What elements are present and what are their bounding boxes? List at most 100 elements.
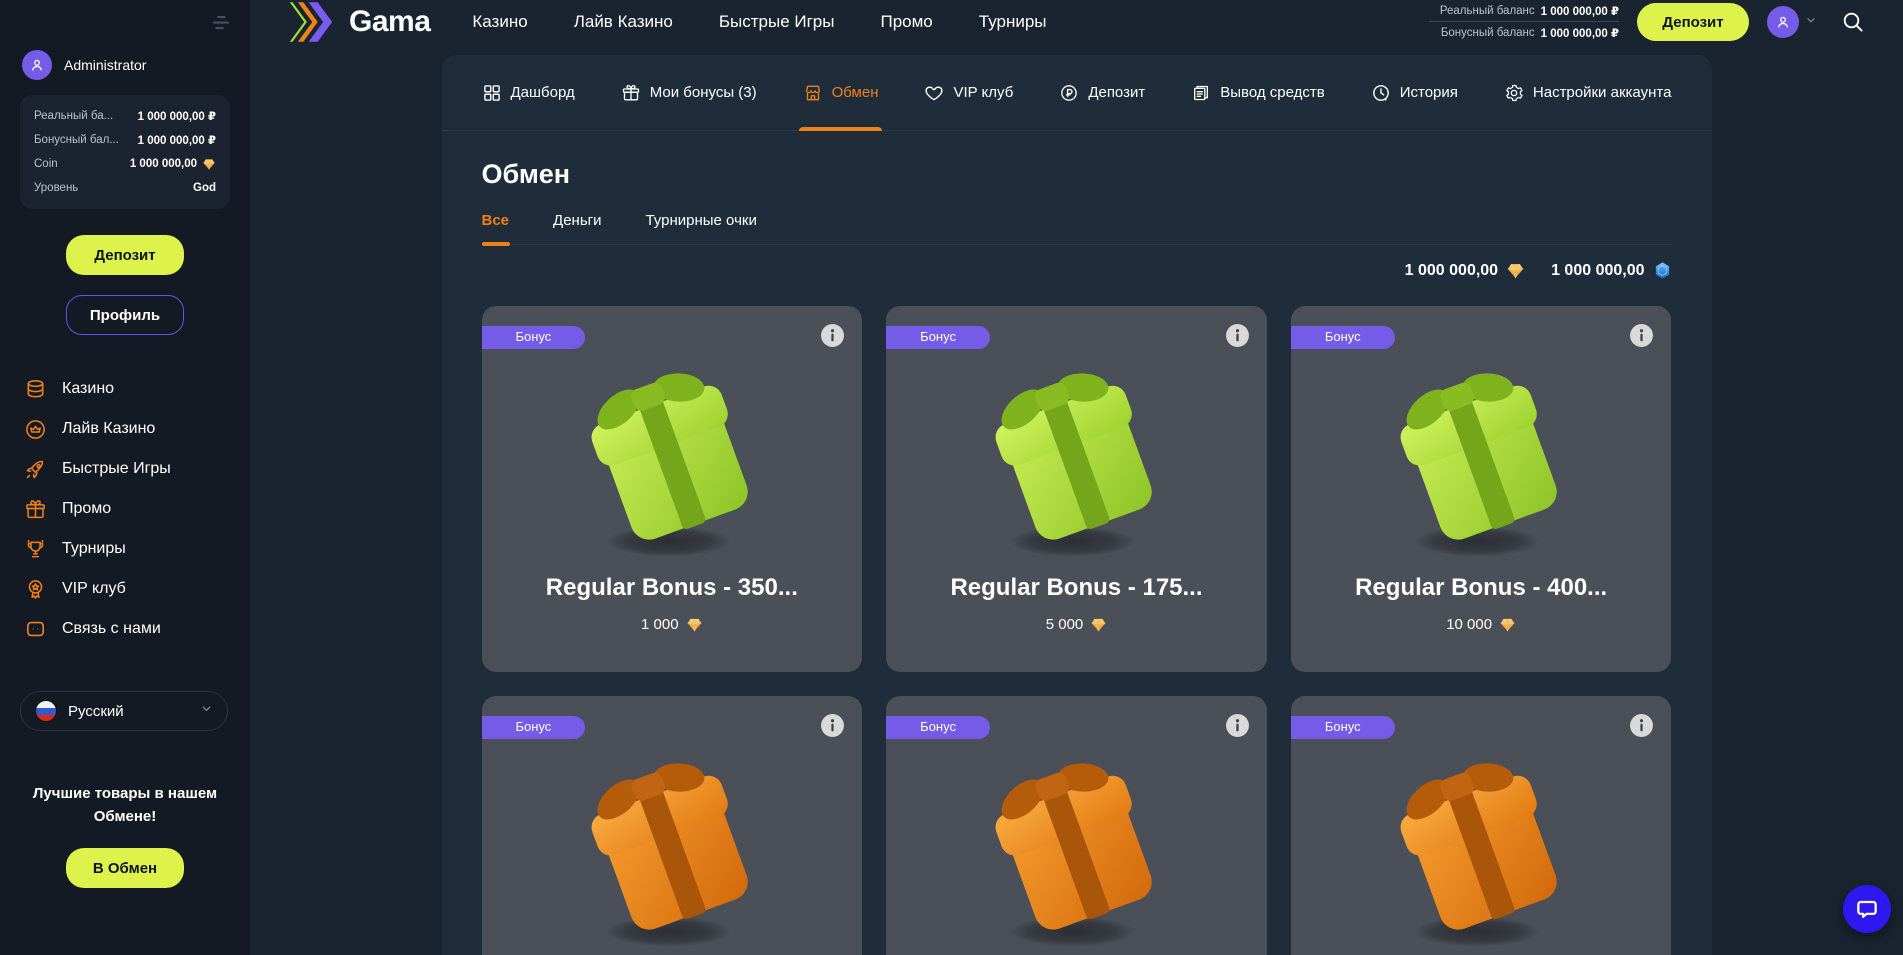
sidebar-collapse-icon[interactable] bbox=[210, 12, 232, 39]
language-label: Русский bbox=[68, 703, 124, 720]
tab-withdraw[interactable]: Вывод средств bbox=[1191, 55, 1324, 130]
tab-vip-club[interactable]: VIP клуб bbox=[924, 55, 1013, 130]
bonus-price: 10 000 bbox=[1446, 616, 1516, 633]
tab-label: Настройки аккаунта bbox=[1533, 84, 1672, 101]
tab-dashboard[interactable]: Дашборд bbox=[482, 55, 575, 130]
info-icon[interactable] bbox=[820, 323, 845, 348]
bonus-badge: Бонус bbox=[1291, 326, 1395, 349]
tab-deposit[interactable]: Депозит bbox=[1059, 55, 1145, 130]
sidebar-item-label: Промо bbox=[62, 500, 111, 518]
bonus-card[interactable]: Бонус Regular Bonus - 175... 5 000 bbox=[886, 306, 1267, 672]
account-menu[interactable] bbox=[1767, 6, 1817, 38]
sidebar-user[interactable]: Administrator bbox=[22, 50, 250, 80]
header-balances: Реальный баланс 1 000 000,00 ₽ Бонусный … bbox=[1429, 1, 1619, 43]
balance-panel: Реальный ба... 1 000 000,00 ₽ Бонусный б… bbox=[20, 95, 230, 209]
language-selector[interactable]: Русский bbox=[20, 691, 228, 731]
tab-account-settings[interactable]: Настройки аккаунта bbox=[1504, 55, 1672, 130]
settings-icon bbox=[1504, 83, 1524, 103]
tournaments-icon bbox=[24, 538, 47, 561]
orange-gem-icon bbox=[1506, 261, 1525, 280]
filter-tournament-points[interactable]: Турнирные очки bbox=[645, 212, 756, 244]
top-nav-fast-games[interactable]: Быстрые Игры bbox=[719, 12, 835, 32]
info-icon[interactable] bbox=[820, 713, 845, 738]
account-tabs: Дашборд Мои бонусы (3) Обмен bbox=[442, 55, 1712, 131]
bonus-badge: Бонус bbox=[886, 716, 990, 739]
sidebar-profile-button[interactable]: Профиль bbox=[66, 295, 184, 335]
main-area: Gama Казино Лайв Казино Быстрые Игры Про… bbox=[250, 0, 1903, 955]
green-gift-image bbox=[1375, 368, 1587, 566]
sidebar-item-label: Турниры bbox=[62, 540, 126, 558]
top-nav-live-casino[interactable]: Лайв Казино bbox=[574, 12, 673, 32]
withdraw-icon bbox=[1191, 83, 1211, 103]
bonus-card[interactable]: Бонус bbox=[886, 696, 1267, 955]
header-bonus-balance: Бонусный баланс 1 000 000,00 ₽ bbox=[1429, 22, 1619, 43]
sidebar-deposit-button[interactable]: Депозит bbox=[66, 235, 184, 275]
bonus-price-value: 5 000 bbox=[1046, 616, 1084, 633]
coin-balance-value: 1 000 000,00 bbox=[1405, 262, 1498, 280]
info-icon[interactable] bbox=[1629, 713, 1654, 738]
tab-label: VIP клуб bbox=[953, 84, 1013, 101]
sidebar-item-label: Быстрые Игры bbox=[62, 460, 171, 478]
tab-label: Вывод средств bbox=[1220, 84, 1324, 101]
bonus-card[interactable]: Бонус bbox=[482, 696, 863, 955]
real-balance-label: Реальный ба... bbox=[34, 110, 113, 122]
bonus-price-value: 10 000 bbox=[1446, 616, 1492, 633]
points-balance-value: 1 000 000,00 bbox=[1551, 262, 1644, 280]
sidebar-item-casino[interactable]: Казино bbox=[0, 369, 250, 409]
info-icon[interactable] bbox=[1225, 323, 1250, 348]
exchange-balances: 1 000 000,00 1 000 000,00 bbox=[482, 261, 1672, 280]
real-balance-label: Реальный баланс bbox=[1440, 5, 1535, 17]
orange-gem-icon bbox=[686, 616, 703, 633]
sidebar-item-tournaments[interactable]: Турниры bbox=[0, 529, 250, 569]
filter-money[interactable]: Деньги bbox=[553, 212, 601, 244]
chevron-down-icon bbox=[1805, 13, 1817, 31]
sidebar-item-live-casino[interactable]: Лайв Казино bbox=[0, 409, 250, 449]
page-title: Обмен bbox=[482, 159, 1672, 190]
chevron-down-icon bbox=[200, 702, 213, 720]
bonus-card[interactable]: Бонус bbox=[1291, 696, 1672, 955]
filter-all[interactable]: Все bbox=[482, 212, 510, 244]
top-nav-promo[interactable]: Промо bbox=[880, 12, 932, 32]
sidebar-item-contact[interactable]: Связь с нами bbox=[0, 609, 250, 649]
chat-bubble-icon bbox=[1854, 896, 1880, 922]
search-icon[interactable] bbox=[1841, 10, 1865, 34]
bonus-badge: Бонус bbox=[482, 716, 586, 739]
brand-logo[interactable]: Gama bbox=[288, 0, 430, 44]
vip-icon bbox=[24, 578, 47, 601]
coin-balance: 1 000 000,00 bbox=[1405, 261, 1525, 280]
bonus-balance-value: 1 000 000,00 ₽ bbox=[1541, 26, 1619, 40]
sidebar-item-label: VIP клуб bbox=[62, 580, 126, 598]
to-exchange-button[interactable]: В Обмен bbox=[66, 848, 184, 888]
app-root: Administrator Реальный ба... 1 000 000,0… bbox=[0, 0, 1903, 955]
sidebar-item-fast-games[interactable]: Быстрые Игры bbox=[0, 449, 250, 489]
bonus-title: Regular Bonus - 400... bbox=[1355, 574, 1607, 602]
sidebar-item-promo[interactable]: Промо bbox=[0, 489, 250, 529]
bonus-card[interactable]: Бонус Regular Bonus - 350... 1 000 bbox=[482, 306, 863, 672]
top-nav-casino[interactable]: Казино bbox=[472, 12, 527, 32]
bonus-badge: Бонус bbox=[482, 326, 586, 349]
live-casino-icon bbox=[24, 418, 47, 441]
coin-value: 1 000 000,00 bbox=[130, 157, 216, 171]
exchange-content: Обмен Все Деньги Турнирные очки 1 000 00… bbox=[442, 159, 1712, 955]
promo-icon bbox=[24, 498, 47, 521]
tab-exchange[interactable]: Обмен bbox=[803, 55, 879, 130]
header-deposit-button[interactable]: Депозит bbox=[1637, 3, 1749, 41]
orange-gem-icon bbox=[202, 157, 216, 171]
bonus-price: 1 000 bbox=[641, 616, 703, 633]
tab-my-bonuses[interactable]: Мои бонусы (3) bbox=[621, 55, 757, 130]
tab-history[interactable]: История bbox=[1371, 55, 1458, 130]
orange-gem-icon bbox=[1499, 616, 1516, 633]
chat-widget-button[interactable] bbox=[1843, 885, 1891, 933]
info-icon[interactable] bbox=[1225, 713, 1250, 738]
bonus-balance-label: Бонусный баланс bbox=[1441, 27, 1535, 39]
bonus-balance-value: 1 000 000,00 ₽ bbox=[138, 133, 216, 147]
tab-label: Обмен bbox=[832, 84, 879, 101]
top-right-controls: Реальный баланс 1 000 000,00 ₽ Бонусный … bbox=[1429, 1, 1865, 43]
sidebar-item-vip[interactable]: VIP клуб bbox=[0, 569, 250, 609]
account-panel: Дашборд Мои бонусы (3) Обмен bbox=[442, 55, 1712, 955]
bonus-card[interactable]: Бонус Regular Bonus - 400... 10 000 bbox=[1291, 306, 1672, 672]
bonus-title: Regular Bonus - 350... bbox=[546, 574, 798, 602]
top-nav-tournaments[interactable]: Турниры bbox=[979, 12, 1047, 32]
info-icon[interactable] bbox=[1629, 323, 1654, 348]
orange-gift-image bbox=[970, 758, 1182, 955]
